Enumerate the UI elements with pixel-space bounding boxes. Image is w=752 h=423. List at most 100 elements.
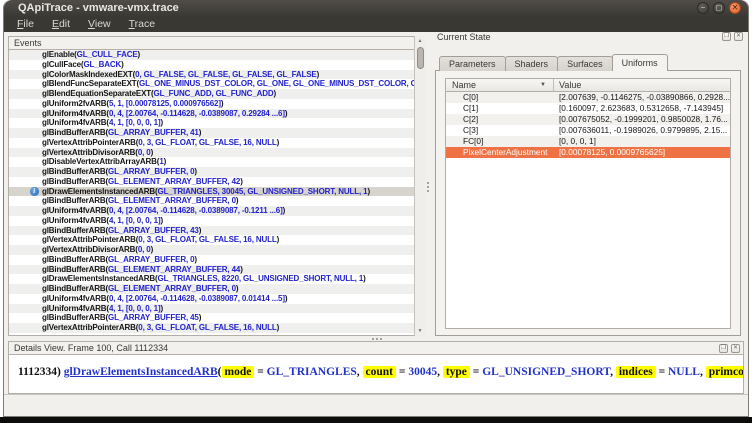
event-row[interactable]: glUniform4fvARB(0, 4, [2.00764, -0.11462… bbox=[9, 109, 424, 119]
event-row[interactable]: glBindBufferARB(GL_ELEMENT_ARRAY_BUFFER,… bbox=[9, 265, 424, 275]
menu-item-trace[interactable]: Trace bbox=[120, 17, 164, 32]
call-function: glBindBufferARB( bbox=[42, 226, 108, 235]
details-dock-controls: ❐ ✕ bbox=[719, 344, 740, 353]
detail-text: , bbox=[610, 366, 616, 378]
uniform-name: PixelCenterAdjustment bbox=[446, 147, 554, 158]
close-button[interactable]: ✕ bbox=[729, 2, 741, 14]
event-row[interactable]: glBlendEquationSeparateEXT(GL_FUNC_ADD, … bbox=[9, 89, 424, 99]
event-row[interactable]: glUniform4fvARB(4, 1, [0, 0, 0, 1]) bbox=[9, 304, 424, 314]
tab-shaders[interactable]: Shaders bbox=[505, 56, 559, 71]
menu-item-edit[interactable]: Edit bbox=[43, 17, 79, 32]
event-row[interactable]: glBindBufferARB(GL_ARRAY_BUFFER, 45) bbox=[9, 313, 424, 323]
call-function: glUniform4fvARB( bbox=[42, 216, 109, 225]
dock-close-icon[interactable]: ✕ bbox=[734, 32, 743, 41]
event-row[interactable]: glVertexAttribPointerARB(0, 3, GL_FLOAT,… bbox=[9, 138, 424, 148]
event-row[interactable]: glDrawElementsInstancedARB(GL_TRIANGLES,… bbox=[9, 274, 424, 284]
uniform-row[interactable]: C[1][0.160097, 2.623683, 0.5312658, -7.1… bbox=[446, 103, 730, 114]
tab-parameters[interactable]: Parameters bbox=[439, 56, 506, 71]
event-row[interactable]: glUniform4fvARB(4, 1, [0, 0, 0, 1]) bbox=[9, 216, 424, 226]
dock-controls: ❐ ✕ bbox=[722, 32, 743, 41]
tab-uniforms[interactable]: Uniforms bbox=[612, 54, 668, 71]
column-header-value[interactable]: Value bbox=[554, 79, 730, 91]
event-row[interactable]: glUniform4fvARB(0, 4, [2.00764, -0.11462… bbox=[9, 294, 424, 304]
uniform-name: C[1] bbox=[446, 103, 554, 114]
menu-item-view[interactable]: View bbox=[79, 17, 120, 32]
call-function: glVertexAttribPointerARB( bbox=[42, 323, 138, 332]
event-row[interactable]: glVertexAttribPointerARB(0, 3, GL_FLOAT,… bbox=[9, 323, 424, 333]
events-scrollbar[interactable]: ▲ ▼ bbox=[414, 36, 425, 336]
event-row[interactable]: glBindBufferARB(GL_ARRAY_BUFFER, 41) bbox=[9, 128, 424, 138]
call-link[interactable]: glDrawElementsInstancedARB bbox=[64, 366, 218, 378]
event-row[interactable]: glBindBufferARB(GL_ARRAY_BUFFER, 0) bbox=[9, 167, 424, 177]
event-row[interactable]: glUniform2fvARB(5, 1, [0.00078125, 0.000… bbox=[9, 99, 424, 109]
detail-text: = bbox=[470, 366, 482, 378]
minimize-button[interactable]: − bbox=[697, 2, 709, 14]
call-arguments: 0, 4, [2.00764, -0.114628, -0.0389087, 0… bbox=[109, 109, 285, 118]
event-row[interactable]: glBlendFuncSeparateEXT(GL_ONE_MINUS_DST_… bbox=[9, 79, 424, 89]
call-function: glDisableVertexAttribArrayARB( bbox=[42, 157, 159, 166]
details-panel-title: Details View. Frame 100, Call 1112334 ❐ … bbox=[8, 341, 744, 355]
events-list[interactable]: glEnable(GL_CULL_FACE)glCullFace(GL_BACK… bbox=[8, 50, 425, 336]
titlebar[interactable]: QApiTrace - vmware-vmx.trace − ◻ ✕ bbox=[4, 0, 748, 17]
event-row[interactable]: iglDrawElementsInstancedARB(GL_TRIANGLES… bbox=[9, 187, 424, 197]
event-row[interactable]: glBindBufferARB(GL_ELEMENT_ARRAY_BUFFER,… bbox=[9, 284, 424, 294]
desktop-edge bbox=[0, 417, 752, 423]
call-function: glCullFace( bbox=[42, 60, 83, 69]
call-arguments: GL_ARRAY_BUFFER, 41 bbox=[108, 128, 199, 137]
uniforms-tab-pane: Name ▼ Value C[0][2.007639, -0.1146275, … bbox=[435, 70, 741, 336]
event-row[interactable]: glUniform4fvARB(4, 1, [0, 0, 0, 1]) bbox=[9, 118, 424, 128]
column-header-name[interactable]: Name ▼ bbox=[446, 79, 554, 91]
horizontal-splitter[interactable] bbox=[372, 338, 382, 340]
call-function: glUniform4fvARB( bbox=[42, 206, 109, 215]
event-row[interactable]: glCullFace(GL_BACK) bbox=[9, 60, 424, 70]
call-function: glVertexAttribPointerARB( bbox=[42, 138, 138, 147]
call-function: glUniform4fvARB( bbox=[42, 109, 109, 118]
event-row[interactable]: glColorMaskIndexedEXT(0, GL_FALSE, GL_FA… bbox=[9, 70, 424, 80]
event-row[interactable]: glBindBufferARB(GL_ARRAY_BUFFER, 43) bbox=[9, 226, 424, 236]
dock-close-icon[interactable]: ✕ bbox=[731, 344, 740, 353]
call-arguments: 0, 0 bbox=[138, 148, 151, 157]
call-arguments: GL_TRIANGLES, 30045, GL_UNSIGNED_SHORT, … bbox=[158, 187, 368, 196]
call-function: glBindBufferARB( bbox=[42, 265, 108, 274]
call-arguments: 0, 0 bbox=[138, 245, 151, 254]
scroll-down-icon[interactable]: ▼ bbox=[415, 328, 425, 334]
call-arguments: 4, 1, [0, 0, 0, 1] bbox=[109, 118, 161, 127]
scroll-up-icon[interactable]: ▲ bbox=[415, 38, 425, 44]
uniform-value: [0.160097, 2.623683, 0.5312658, -7.14394… bbox=[554, 103, 730, 114]
uniform-row[interactable]: PixelCenterAdjustment[0.00078125, 0.0009… bbox=[446, 147, 730, 158]
maximize-button[interactable]: ◻ bbox=[713, 2, 725, 14]
event-row[interactable]: glUniform4fvARB(0, 4, [2.00764, -0.11462… bbox=[9, 206, 424, 216]
param-name-highlight: mode bbox=[222, 366, 255, 378]
uniform-row[interactable]: FC[0][0, 0, 0, 1] bbox=[446, 136, 730, 147]
uniforms-table-body: C[0][2.007639, -0.1146275, -0.03890866, … bbox=[446, 92, 730, 158]
dock-float-icon[interactable]: ❐ bbox=[722, 32, 731, 41]
dock-float-icon[interactable]: ❐ bbox=[719, 344, 728, 353]
uniform-name: C[3] bbox=[446, 125, 554, 136]
uniform-row[interactable]: C[2][0.007675052, -0.1999201, 0.9850028,… bbox=[446, 114, 730, 125]
call-function: glUniform4fvARB( bbox=[42, 118, 109, 127]
app-window: QApiTrace - vmware-vmx.trace − ◻ ✕ FileE… bbox=[3, 0, 749, 417]
call-function: glBindBufferARB( bbox=[42, 128, 108, 137]
call-function: glBindBufferARB( bbox=[42, 255, 108, 264]
call-arguments: GL_ELEMENT_ARRAY_BUFFER, 0 bbox=[108, 196, 236, 205]
event-row[interactable]: glDisableVertexAttribArrayARB(1) bbox=[9, 157, 424, 167]
call-arguments: 0, 3, GL_FLOAT, GL_FALSE, 16, NULL bbox=[138, 235, 276, 244]
call-function: glUniform4fvARB( bbox=[42, 294, 109, 303]
call-arguments: 4, 1, [0, 0, 0, 1] bbox=[109, 304, 161, 313]
tab-surfaces[interactable]: Surfaces bbox=[557, 56, 613, 71]
event-row[interactable]: glBindBufferARB(GL_ELEMENT_ARRAY_BUFFER,… bbox=[9, 177, 424, 187]
event-row[interactable]: glEnable(GL_CULL_FACE) bbox=[9, 50, 424, 60]
param-value: NULL bbox=[668, 366, 700, 378]
event-row[interactable]: glBindBufferARB(GL_ARRAY_BUFFER, 0) bbox=[9, 255, 424, 265]
event-row[interactable]: glBindBufferARB(GL_ELEMENT_ARRAY_BUFFER,… bbox=[9, 196, 424, 206]
menu-item-file[interactable]: File bbox=[8, 17, 43, 32]
event-row[interactable]: glVertexAttribDivisorARB(0, 0) bbox=[9, 245, 424, 255]
scrollbar-thumb[interactable] bbox=[417, 47, 424, 69]
call-details-text: 1112334) glDrawElementsInstancedARB(mode… bbox=[8, 355, 744, 394]
event-row[interactable]: glVertexAttribDivisorARB(0, 0) bbox=[9, 148, 424, 158]
event-row[interactable]: glVertexAttribPointerARB(0, 3, GL_FLOAT,… bbox=[9, 235, 424, 245]
uniform-row[interactable]: C[3][0.007636011, -0.1989026, 0.9799895,… bbox=[446, 125, 730, 136]
events-panel: Events glEnable(GL_CULL_FACE)glCullFace(… bbox=[8, 36, 425, 336]
call-arguments: GL_ONE_MINUS_DST_COLOR, GL_ONE, GL_ONE_M… bbox=[139, 79, 424, 88]
uniform-row[interactable]: C[0][2.007639, -0.1146275, -0.03890866, … bbox=[446, 92, 730, 103]
